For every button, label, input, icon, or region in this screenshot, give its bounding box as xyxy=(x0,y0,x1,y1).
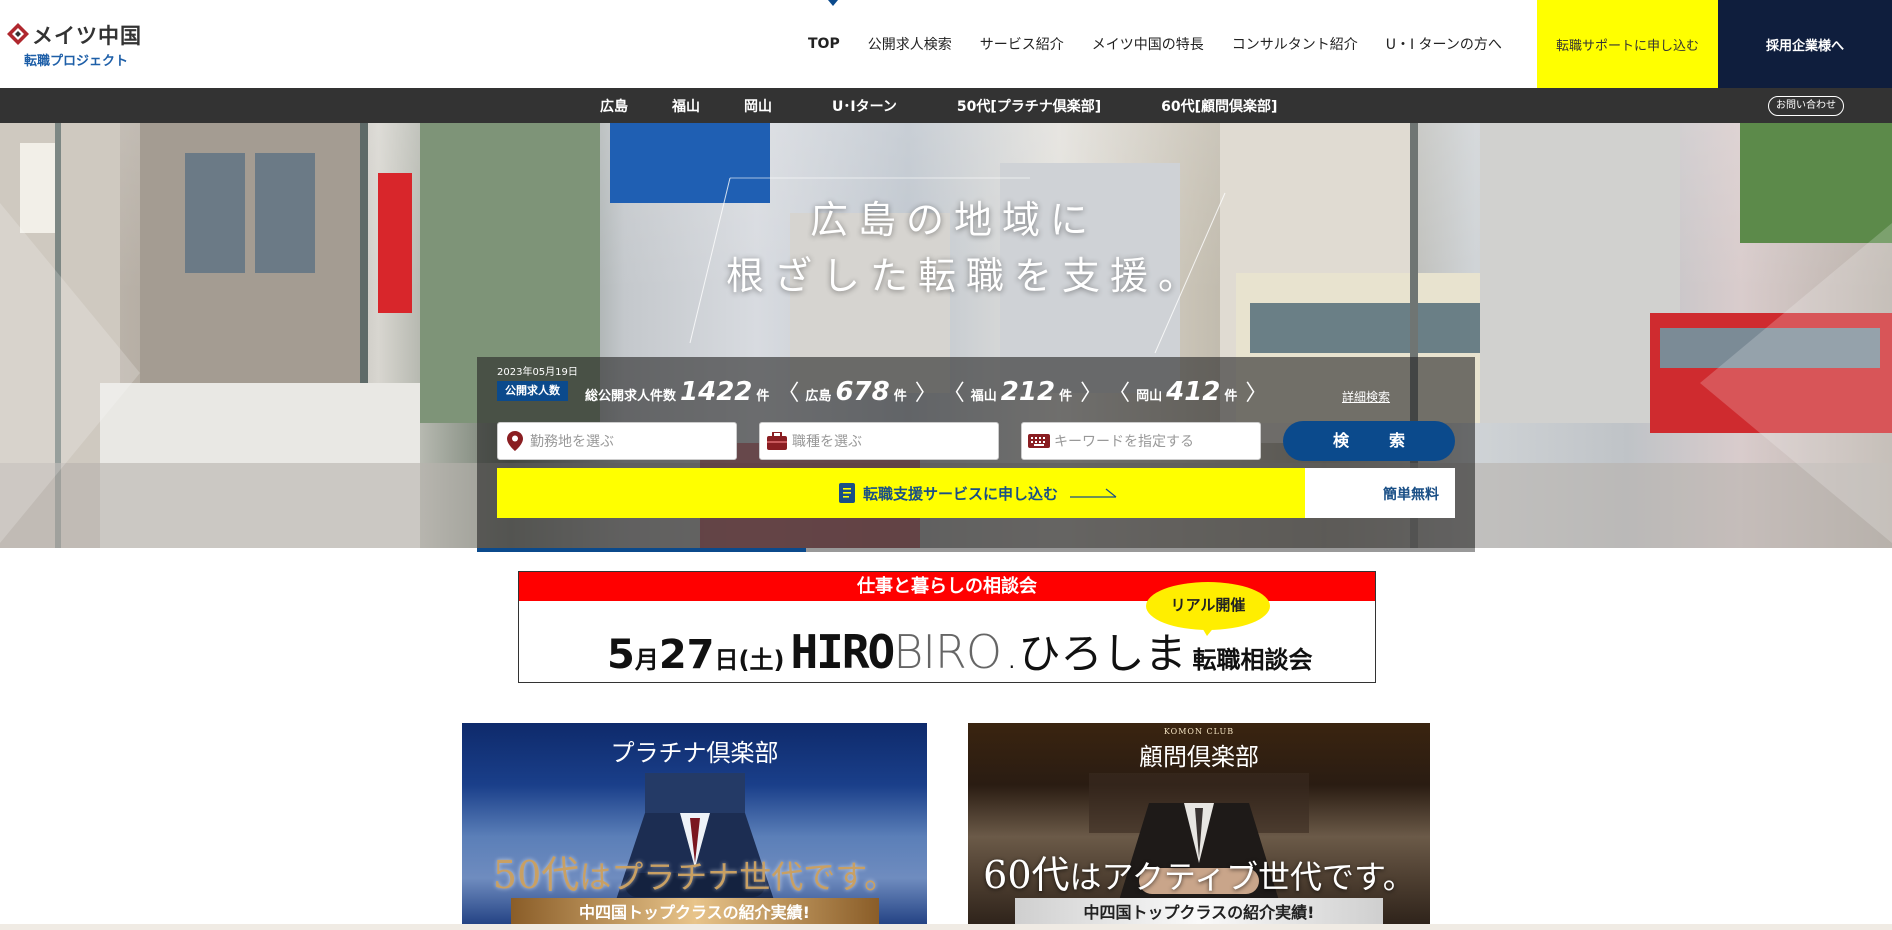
event-title: 転職相談会 xyxy=(1192,646,1313,674)
footer-edge xyxy=(0,924,1892,930)
nav-features[interactable]: メイツ中国の特長 xyxy=(1092,34,1204,54)
easy-free-label: 簡単無料 xyxy=(1383,487,1439,503)
slider-progress-fill xyxy=(477,548,807,552)
hero-title-line2: 根ざした転職を支援。 xyxy=(726,254,1207,298)
komon-club-subtitle: KOMON CLUB xyxy=(1163,727,1235,736)
logo-name: メイツ中国 xyxy=(32,24,142,48)
slider-progress xyxy=(477,548,1475,552)
subnav-okayama[interactable]: 岡山 xyxy=(744,96,772,116)
platinum-club-card[interactable]: プラチナ倶楽部 50代はプラチナ世代です。 中四国トップクラスの紹介実績! xyxy=(462,723,927,930)
nav-services[interactable]: サービス紹介 xyxy=(980,34,1064,54)
nav-consultants[interactable]: コンサルタント紹介 xyxy=(1232,34,1358,54)
region-hiroshima-label: 広島 xyxy=(805,389,832,404)
keyword-input[interactable]: キーワードを指定する xyxy=(1021,422,1261,460)
bracket-right: 〉 xyxy=(1080,381,1103,406)
job-count-badge: 公開求人数 xyxy=(497,381,568,401)
komon-slogan-text: はアクティブ世代です。 xyxy=(1069,858,1415,896)
region-fukuyama-label: 福山 xyxy=(970,389,997,404)
subnav-fukuyama[interactable]: 福山 xyxy=(672,96,700,116)
region-hiroshima-unit: 件 xyxy=(893,389,907,404)
total-label: 総公開求人件数 xyxy=(585,389,677,404)
platinum-club-title: プラチナ倶楽部 xyxy=(610,739,779,767)
event-month-unit: 月 xyxy=(634,646,659,674)
site-logo[interactable]: メイツ中国 転職プロジェクト xyxy=(6,20,146,70)
region-okayama-unit: 件 xyxy=(1224,389,1238,404)
region-okayama-count: 412 xyxy=(1166,377,1221,407)
region-hiroshima-count: 678 xyxy=(835,377,890,407)
hero-banner: 広島の地域に 根ざした転職を支援。 2023年05月19日 公開求人数 総公開求… xyxy=(0,123,1892,548)
komon-club-card[interactable]: KOMON CLUB 顧問倶楽部 60代はアクティブ世代です。 中四国トップクラ… xyxy=(968,723,1430,930)
bracket-right: 〉 xyxy=(1245,381,1268,406)
update-date: 2023年05月19日 xyxy=(497,367,578,378)
hero-title-line1: 広島の地域に xyxy=(810,198,1099,242)
bracket-left: 〈 xyxy=(1108,381,1131,406)
apply-service-banner[interactable]: 転職支援サービスに申し込む 簡単無料 xyxy=(497,468,1455,518)
document-icon xyxy=(839,483,855,503)
region-fukuyama-unit: 件 xyxy=(1059,389,1073,404)
subnav-hiroshima[interactable]: 広島 xyxy=(600,96,628,116)
event-day: 27 xyxy=(658,632,715,678)
komon-club-title: 顧問倶楽部 xyxy=(1139,743,1259,771)
subnav-ui-turn[interactable]: U･Iターン xyxy=(832,96,897,116)
nav-job-search[interactable]: 公開求人検索 xyxy=(868,34,952,54)
company-button[interactable]: 採用企業様へ xyxy=(1718,0,1892,88)
contact-button[interactable]: お問い合わせ xyxy=(1768,96,1844,116)
job-type-select[interactable]: 職種を選ぶ xyxy=(759,422,999,460)
platinum-slogan-age: 50代 xyxy=(492,853,580,897)
real-event-bubble: リアル開催 xyxy=(1145,580,1271,636)
location-placeholder: 勤務地を選ぶ xyxy=(530,434,614,450)
logo-subtitle: 転職プロジェクト xyxy=(24,54,129,69)
nav-ui-turn[interactable]: U・I ターンの方へ xyxy=(1386,34,1502,54)
komon-slogan: 60代はアクティブ世代です。 xyxy=(968,844,1430,899)
event-month: 5 xyxy=(607,632,635,678)
region-fukuyama-count: 212 xyxy=(1000,377,1056,407)
brand-biro: BIRO xyxy=(893,625,1002,679)
search-button[interactable]: 検 索 xyxy=(1283,421,1455,461)
job-search-panel: 2023年05月19日 公開求人数 総公開求人件数 1422 件 〈 広島 67… xyxy=(477,357,1475,548)
region-subnav: 広島 福山 岡山 U･Iターン 50代[プラチナ倶楽部] 60代[顧問倶楽部] … xyxy=(0,88,1892,123)
nav-top[interactable]: TOP xyxy=(808,36,840,52)
advanced-search-link[interactable]: 詳細検索 xyxy=(1342,388,1390,405)
location-select[interactable]: 勤務地を選ぶ xyxy=(497,422,737,460)
platinum-slogan: 50代はプラチナ世代です。 xyxy=(462,844,927,899)
total-unit: 件 xyxy=(756,389,770,404)
keyboard-icon xyxy=(1028,430,1050,452)
bracket-left: 〈 xyxy=(942,381,965,406)
platinum-slogan-text: はプラチナ世代です。 xyxy=(579,858,897,896)
event-banner[interactable]: 仕事と暮らしの相談会 5 月 27 日 (土) HIRO BIRO .ひろしま … xyxy=(518,571,1376,683)
komon-slogan-age: 60代 xyxy=(983,853,1070,897)
real-event-label: リアル開催 xyxy=(1170,596,1246,614)
main-nav: TOP 公開求人検索 サービス紹介 メイツ中国の特長 コンサルタント紹介 U・I… xyxy=(808,0,1530,88)
logo-mark-icon xyxy=(7,23,29,45)
event-day-unit: 日 xyxy=(714,646,739,674)
bracket-right: 〉 xyxy=(914,381,937,406)
bracket-left: 〈 xyxy=(777,381,800,406)
site-header: メイツ中国 転職プロジェクト TOP 公開求人検索 サービス紹介 メイツ中国の特… xyxy=(0,0,1892,88)
total-count: 1422 xyxy=(680,377,753,407)
arrow-right-icon xyxy=(1070,488,1117,498)
subnav-komon[interactable]: 60代[顧問倶楽部] xyxy=(1161,96,1277,116)
map-pin-icon xyxy=(504,430,526,452)
subnav-platinum[interactable]: 50代[プラチナ倶楽部] xyxy=(957,96,1101,116)
event-weekday: (土) xyxy=(738,646,785,674)
apply-label: 転職支援サービスに申し込む xyxy=(863,484,1059,503)
job-count-summary: 総公開求人件数 1422 件 〈 広島 678 件 〉 〈 福山 212 件 〉… xyxy=(585,375,1273,407)
region-okayama-label: 岡山 xyxy=(1136,389,1163,404)
job-type-placeholder: 職種を選ぶ xyxy=(792,434,862,450)
keyword-placeholder: キーワードを指定する xyxy=(1054,434,1194,450)
support-apply-button[interactable]: 転職サポートに申し込む xyxy=(1537,0,1718,88)
briefcase-icon xyxy=(766,430,788,452)
brand-hiro: HIRO xyxy=(790,625,895,679)
